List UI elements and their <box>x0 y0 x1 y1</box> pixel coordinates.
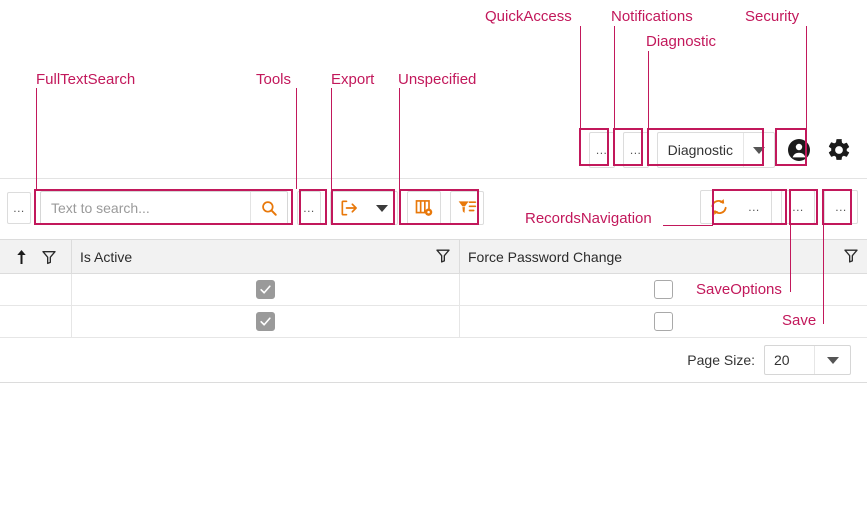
grid-header-force-password-change[interactable]: Force Password Change <box>460 240 867 273</box>
filter-list-icon <box>457 198 477 218</box>
chevron-down-icon <box>376 205 388 212</box>
grid-header-force-password-change-label: Force Password Change <box>468 249 622 265</box>
left-overflow-label: ... <box>13 205 25 211</box>
force-password-change-checkbox[interactable] <box>654 312 673 331</box>
filter-icon <box>435 247 451 263</box>
grid-header-is-active-filter-button[interactable] <box>435 247 451 266</box>
column-settings-button[interactable] <box>407 191 441 225</box>
cell-force-password-change <box>460 274 867 305</box>
person-icon <box>787 138 811 162</box>
grid-header-row: Is Active Force Password Change <box>0 240 867 274</box>
search-submit-button[interactable] <box>250 192 287 224</box>
left-overflow-button[interactable]: ... <box>7 192 31 224</box>
notifications-label: ... <box>630 147 642 153</box>
save-button[interactable]: ... <box>824 190 858 224</box>
is-active-checkbox[interactable] <box>256 280 275 299</box>
export-dropdown-button[interactable] <box>367 192 397 224</box>
diagnostic-select-value: Diagnostic <box>658 133 744 167</box>
cell-is-active <box>72 274 460 305</box>
security-button[interactable] <box>783 132 815 168</box>
records-navigation-group: ... <box>700 190 772 224</box>
magnifier-icon <box>260 199 278 217</box>
grid-header-is-active[interactable]: Is Active <box>72 240 460 273</box>
records-navigation-overflow-button[interactable]: ... <box>737 191 771 223</box>
sort-asc-arrow-icon[interactable] <box>15 249 28 265</box>
tools-label: ... <box>303 205 315 211</box>
export-button[interactable] <box>331 192 367 224</box>
row-select-cell <box>0 274 72 305</box>
table-row[interactable] <box>0 306 867 338</box>
refresh-button[interactable] <box>701 191 737 223</box>
settings-button[interactable] <box>823 132 855 168</box>
check-icon <box>259 315 272 328</box>
force-password-change-checkbox[interactable] <box>654 280 673 299</box>
command-bar-left: ... ... <box>0 191 484 225</box>
full-text-search <box>40 191 288 225</box>
grid-header-sort-cell[interactable] <box>0 240 72 273</box>
data-grid: Is Active Force Password Change <box>0 239 867 383</box>
filter-list-button[interactable] <box>450 191 484 225</box>
grid-header-is-active-label: Is Active <box>80 249 132 265</box>
top-toolbar: ... ... Diagnostic <box>0 0 867 179</box>
diagnostic-select[interactable]: Diagnostic <box>657 132 775 168</box>
chevron-down-icon[interactable] <box>744 133 774 167</box>
search-input[interactable] <box>41 200 250 216</box>
top-toolbar-actions: ... ... Diagnostic <box>589 132 855 168</box>
check-icon <box>259 283 272 296</box>
page-size-label: Page Size: <box>687 352 755 368</box>
caret-shape <box>753 147 765 154</box>
save-options-label: ... <box>792 204 804 210</box>
export-split-button <box>330 191 398 225</box>
page-size-chevron-down-icon[interactable] <box>815 346 850 374</box>
filter-icon[interactable] <box>41 249 57 265</box>
page-size-select[interactable]: 20 <box>764 345 851 375</box>
save-label: ... <box>835 204 847 210</box>
command-bar: ... ... <box>0 180 867 236</box>
column-settings-icon <box>414 198 434 218</box>
row-select-cell <box>0 306 72 337</box>
is-active-checkbox[interactable] <box>256 312 275 331</box>
command-bar-right: ... ... ... <box>700 190 858 224</box>
quick-access-button[interactable]: ... <box>589 132 615 168</box>
quick-access-label: ... <box>596 147 608 153</box>
table-row[interactable] <box>0 274 867 306</box>
refresh-icon <box>709 197 729 217</box>
grid-footer: Page Size: 20 <box>0 338 867 382</box>
notifications-button[interactable]: ... <box>623 132 649 168</box>
filter-icon <box>843 247 859 263</box>
grid-header-force-password-change-filter-button[interactable] <box>843 247 859 266</box>
gear-icon <box>826 137 852 163</box>
export-icon <box>339 198 359 218</box>
page-size-value: 20 <box>765 346 815 374</box>
cell-force-password-change <box>460 306 867 337</box>
tools-button[interactable]: ... <box>297 191 321 225</box>
save-options-button[interactable]: ... <box>781 190 815 224</box>
caret-shape <box>827 357 839 364</box>
cell-is-active <box>72 306 460 337</box>
records-navigation-overflow-label: ... <box>748 204 760 210</box>
